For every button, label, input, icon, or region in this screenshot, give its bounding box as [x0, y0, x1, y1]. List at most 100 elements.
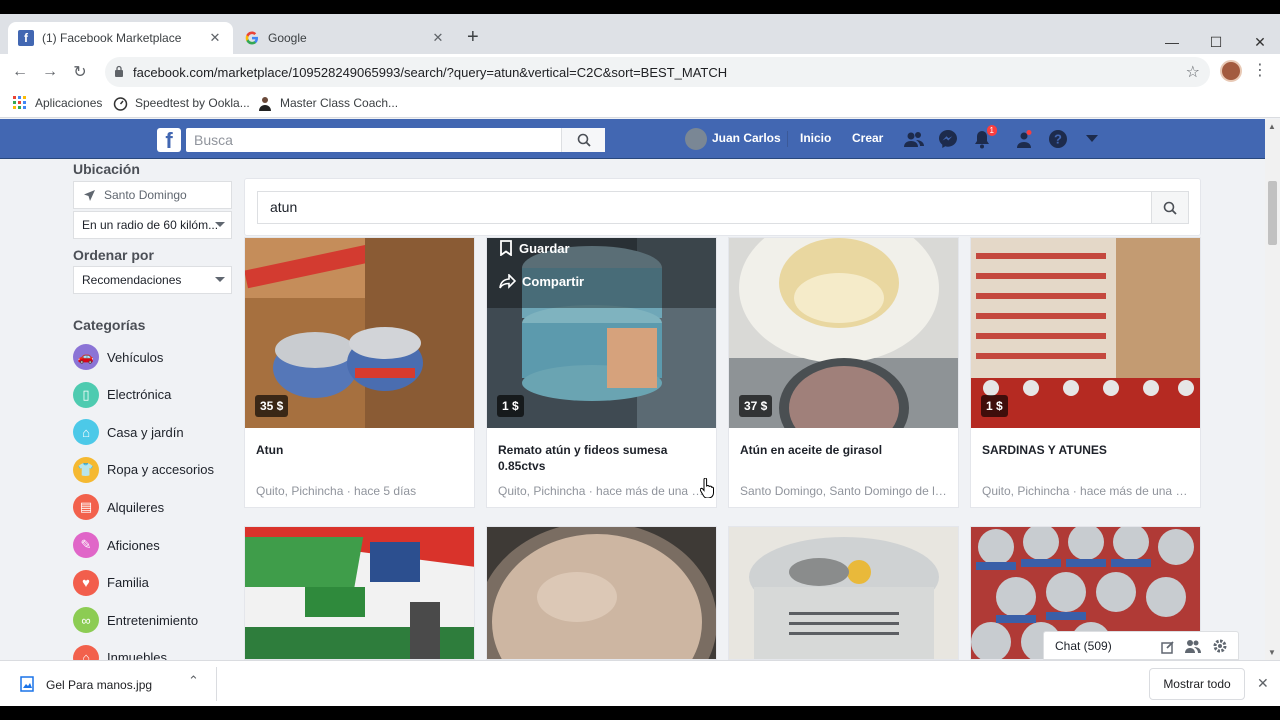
maximize-icon[interactable]: ☐ [1194, 28, 1238, 56]
scroll-thumb[interactable] [1268, 181, 1277, 245]
notifications-icon[interactable]: 1 [971, 125, 997, 150]
category-label: Alquileres [107, 499, 165, 515]
compose-icon[interactable] [1161, 640, 1175, 654]
image-file-icon [20, 676, 34, 692]
address-bar[interactable]: facebook.com/marketplace/109528249065993… [105, 57, 1210, 87]
bookmark-icon [500, 240, 512, 256]
lock-icon [115, 65, 123, 77]
category-item[interactable]: ▤ Alquileres [73, 493, 164, 521]
back-icon[interactable]: ← [8, 60, 32, 84]
bookmark-label: Aplicaciones [35, 96, 103, 110]
apps-grid-icon [12, 95, 28, 111]
new-tab-button[interactable]: + [467, 26, 479, 49]
search-button[interactable] [1151, 191, 1189, 224]
share-button[interactable]: Compartir [499, 274, 584, 289]
search-icon[interactable] [561, 128, 605, 152]
close-icon[interactable]: ✕ [1257, 675, 1269, 692]
browser-window: f (1) Facebook Marketplace ✕ Google ✕ + … [0, 0, 1280, 720]
listing-card[interactable]: Guardar Compartir 1 $ Remato atún y fide… [486, 237, 717, 508]
home-link[interactable]: Inicio [800, 131, 831, 145]
reload-icon[interactable]: ↻ [68, 60, 92, 84]
listing-image[interactable] [245, 527, 474, 659]
help-icon[interactable]: ? [1047, 128, 1069, 150]
listing-card[interactable] [728, 526, 959, 660]
downloads-shelf: Gel Para manos.jpg ⌃ Mostrar todo ✕ [0, 660, 1280, 706]
listing-card[interactable]: 1 $ SARDINAS Y ATUNES Quito, Pichincha ·… [970, 237, 1201, 508]
sort-select[interactable]: Recomendaciones [73, 266, 232, 294]
listing-card[interactable] [244, 526, 475, 660]
profile-avatar[interactable] [1220, 60, 1242, 82]
bookmark-star-icon[interactable]: ☆ [1186, 62, 1200, 82]
location-input[interactable]: Santo Domingo [73, 181, 232, 209]
account-menu-caret-icon[interactable] [1081, 128, 1103, 150]
categories-heading: Categorías [73, 317, 146, 333]
chat-bar[interactable]: Chat (509) [1043, 631, 1239, 660]
close-tab-icon[interactable]: ✕ [430, 30, 446, 46]
chevron-up-icon[interactable]: ⌃ [188, 673, 199, 689]
category-item[interactable]: ▯ Electrónica [73, 381, 171, 409]
category-item[interactable]: ♥ Familia [73, 569, 149, 597]
facebook-search-input[interactable]: Busca [186, 128, 605, 152]
category-label: Entretenimiento [107, 612, 199, 628]
scroll-up-icon[interactable]: ▲ [1268, 122, 1276, 131]
speedtest-icon [112, 95, 128, 111]
google-favicon-icon [244, 30, 260, 46]
create-link[interactable]: Crear [852, 131, 883, 145]
listing-title[interactable]: Atun [256, 442, 466, 458]
listing-title[interactable]: Remato atún y fideos sumesa 0.85ctvs [498, 442, 708, 474]
category-item[interactable]: 👕 Ropa y accesorios [73, 456, 214, 484]
tab-facebook[interactable]: f (1) Facebook Marketplace ✕ [8, 22, 233, 54]
listing-card[interactable] [486, 526, 717, 660]
category-label: Aficiones [107, 537, 160, 553]
top-letterbox [0, 0, 1280, 14]
sort-heading: Ordenar por [73, 247, 154, 263]
save-button[interactable]: Guardar [499, 240, 570, 256]
category-item[interactable]: ∞ Entretenimiento [73, 606, 198, 634]
category-label: Casa y jardín [107, 424, 184, 440]
minimize-icon[interactable]: — [1150, 28, 1194, 56]
listing-image[interactable] [487, 527, 716, 659]
show-all-button[interactable]: Mostrar todo [1149, 668, 1245, 700]
bookmark-apps[interactable]: Aplicaciones [12, 95, 102, 111]
marketplace-search-input[interactable]: atun [257, 191, 1151, 224]
tab-title: (1) Facebook Marketplace [42, 31, 182, 45]
page-scrollbar[interactable]: ▲ ▼ [1265, 119, 1280, 660]
messenger-icon[interactable] [937, 128, 959, 150]
settings-gear-icon[interactable] [1212, 638, 1228, 654]
facebook-logo[interactable]: f [157, 128, 181, 153]
bookmark-speedtest[interactable]: Speedtest by Ookla... [112, 95, 250, 111]
listing-location: Quito, Pichincha · hace más de una seman… [982, 484, 1192, 498]
bookmark-masterclass[interactable]: Master Class Coach... [257, 95, 398, 111]
bookmark-label: Master Class Coach... [280, 96, 399, 110]
close-window-icon[interactable]: ✕ [1238, 28, 1280, 56]
listing-title[interactable]: SARDINAS Y ATUNES [982, 442, 1192, 458]
location-value: Santo Domingo [104, 188, 187, 202]
tab-google[interactable]: Google ✕ [234, 22, 456, 54]
scroll-down-icon[interactable]: ▼ [1268, 648, 1276, 657]
contacts-icon[interactable] [1185, 639, 1201, 653]
user-avatar[interactable] [685, 128, 707, 150]
chat-label: Chat (509) [1055, 639, 1112, 653]
groups-icon[interactable] [1013, 128, 1035, 150]
category-item[interactable]: ⌂ Casa y jardín [73, 418, 184, 446]
menu-kebab-icon[interactable]: ⋮ [1252, 60, 1268, 80]
profile-link[interactable]: Juan Carlos [712, 131, 781, 145]
category-item[interactable]: 🚗 Vehículos [73, 343, 163, 371]
forward-icon[interactable]: → [38, 60, 62, 84]
category-item[interactable]: ✎ Aficiones [73, 531, 160, 559]
search-icon [1163, 201, 1177, 215]
share-label: Compartir [522, 274, 585, 289]
listing-image[interactable] [729, 527, 958, 659]
radius-value: En un radio de 60 kilóm... [82, 218, 219, 232]
radius-select[interactable]: En un radio de 60 kilóm... [73, 211, 232, 239]
download-filename[interactable]: Gel Para manos.jpg [46, 678, 152, 692]
listing-location: Santo Domingo, Santo Domingo de los Tsác… [740, 484, 950, 498]
listing-price: 37 $ [739, 395, 773, 417]
listing-title[interactable]: Atún en aceite de girasol [740, 442, 950, 458]
listing-card[interactable]: 35 $ Atun Quito, Pichincha · hace 5 días [244, 237, 475, 508]
close-tab-icon[interactable]: ✕ [207, 30, 223, 46]
listing-price: 35 $ [255, 395, 289, 417]
shirt-icon: 👕 [73, 456, 99, 483]
friend-requests-icon[interactable] [903, 128, 925, 150]
listing-card[interactable]: 37 $ Atún en aceite de girasol Santo Dom… [728, 237, 959, 508]
